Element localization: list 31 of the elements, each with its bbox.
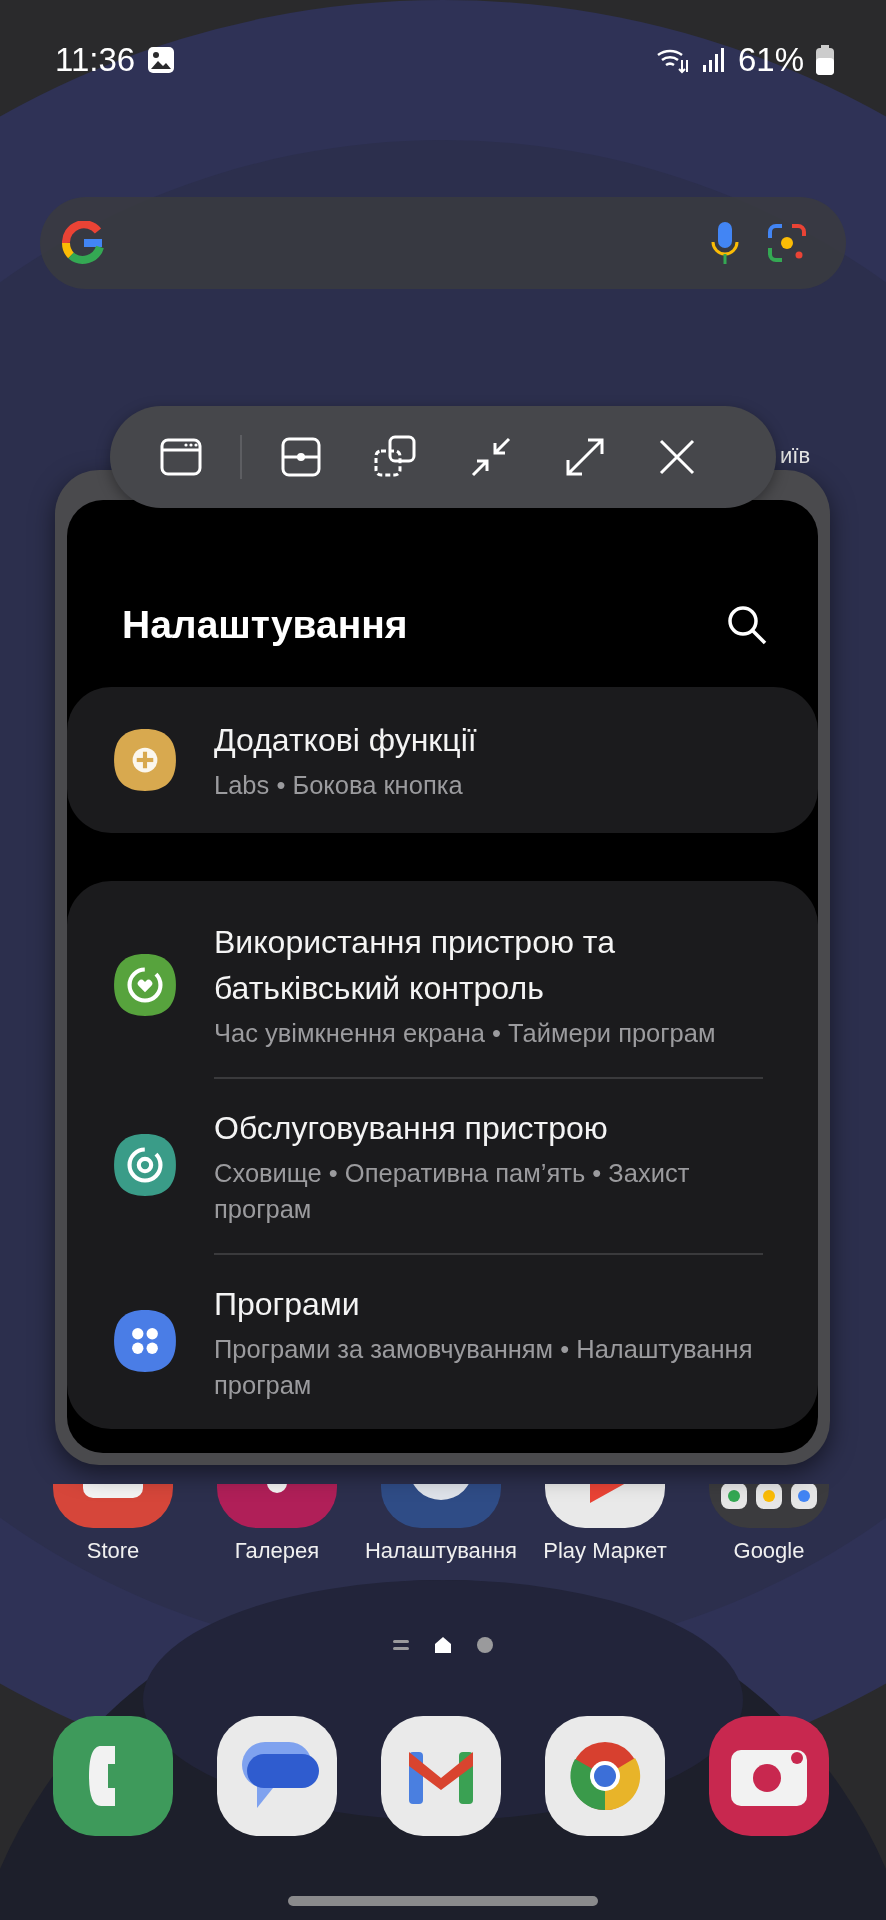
split-screen-icon[interactable]	[280, 436, 322, 478]
city-name: иїв	[780, 443, 811, 469]
pop-up-view-icon[interactable]	[374, 435, 418, 479]
maximize-icon[interactable]	[564, 436, 606, 478]
window-icon[interactable]	[160, 436, 202, 478]
setting-title[interactable]: Використання пристрою та батьківський контроль	[214, 919, 763, 1011]
battery-icon	[816, 45, 834, 75]
minimize-icon[interactable]	[470, 436, 512, 478]
page-indicator[interactable]	[433, 1634, 453, 1656]
setting-summary: Програми за замовчуванням • Налаштування програм	[214, 1334, 754, 1401]
camera-search-icon[interactable]	[766, 222, 808, 264]
microphone-icon[interactable]	[710, 220, 740, 266]
image-icon	[147, 46, 176, 74]
setting-title[interactable]: Додаткові функції	[214, 717, 763, 763]
setting-title[interactable]: Обслуговування пристрою	[214, 1105, 763, 1151]
app-label: Налаштування	[364, 1538, 518, 1564]
setting-summary: Сховище • Оперативна пам’ять • Захист програм	[214, 1158, 691, 1225]
app-label: Google	[733, 1538, 805, 1564]
clock-time: 11:36	[55, 41, 136, 79]
app-label: Store	[86, 1538, 140, 1564]
app-label: Галерея	[234, 1538, 320, 1564]
setting-summary: Labs • Бокова кнопка	[214, 770, 464, 801]
screen-title: Налаштування	[122, 602, 408, 647]
battery-percentage: 61%	[737, 41, 804, 79]
google-logo-icon	[62, 221, 106, 265]
close-icon[interactable]	[658, 438, 696, 476]
signal-icon	[701, 47, 726, 73]
search-icon[interactable]	[726, 603, 768, 646]
app-label: Play Маркет	[543, 1538, 667, 1564]
setting-summary: Час увімкнення екрана • Таймери програм	[214, 1018, 717, 1049]
setting-title[interactable]: Програми	[214, 1281, 763, 1327]
